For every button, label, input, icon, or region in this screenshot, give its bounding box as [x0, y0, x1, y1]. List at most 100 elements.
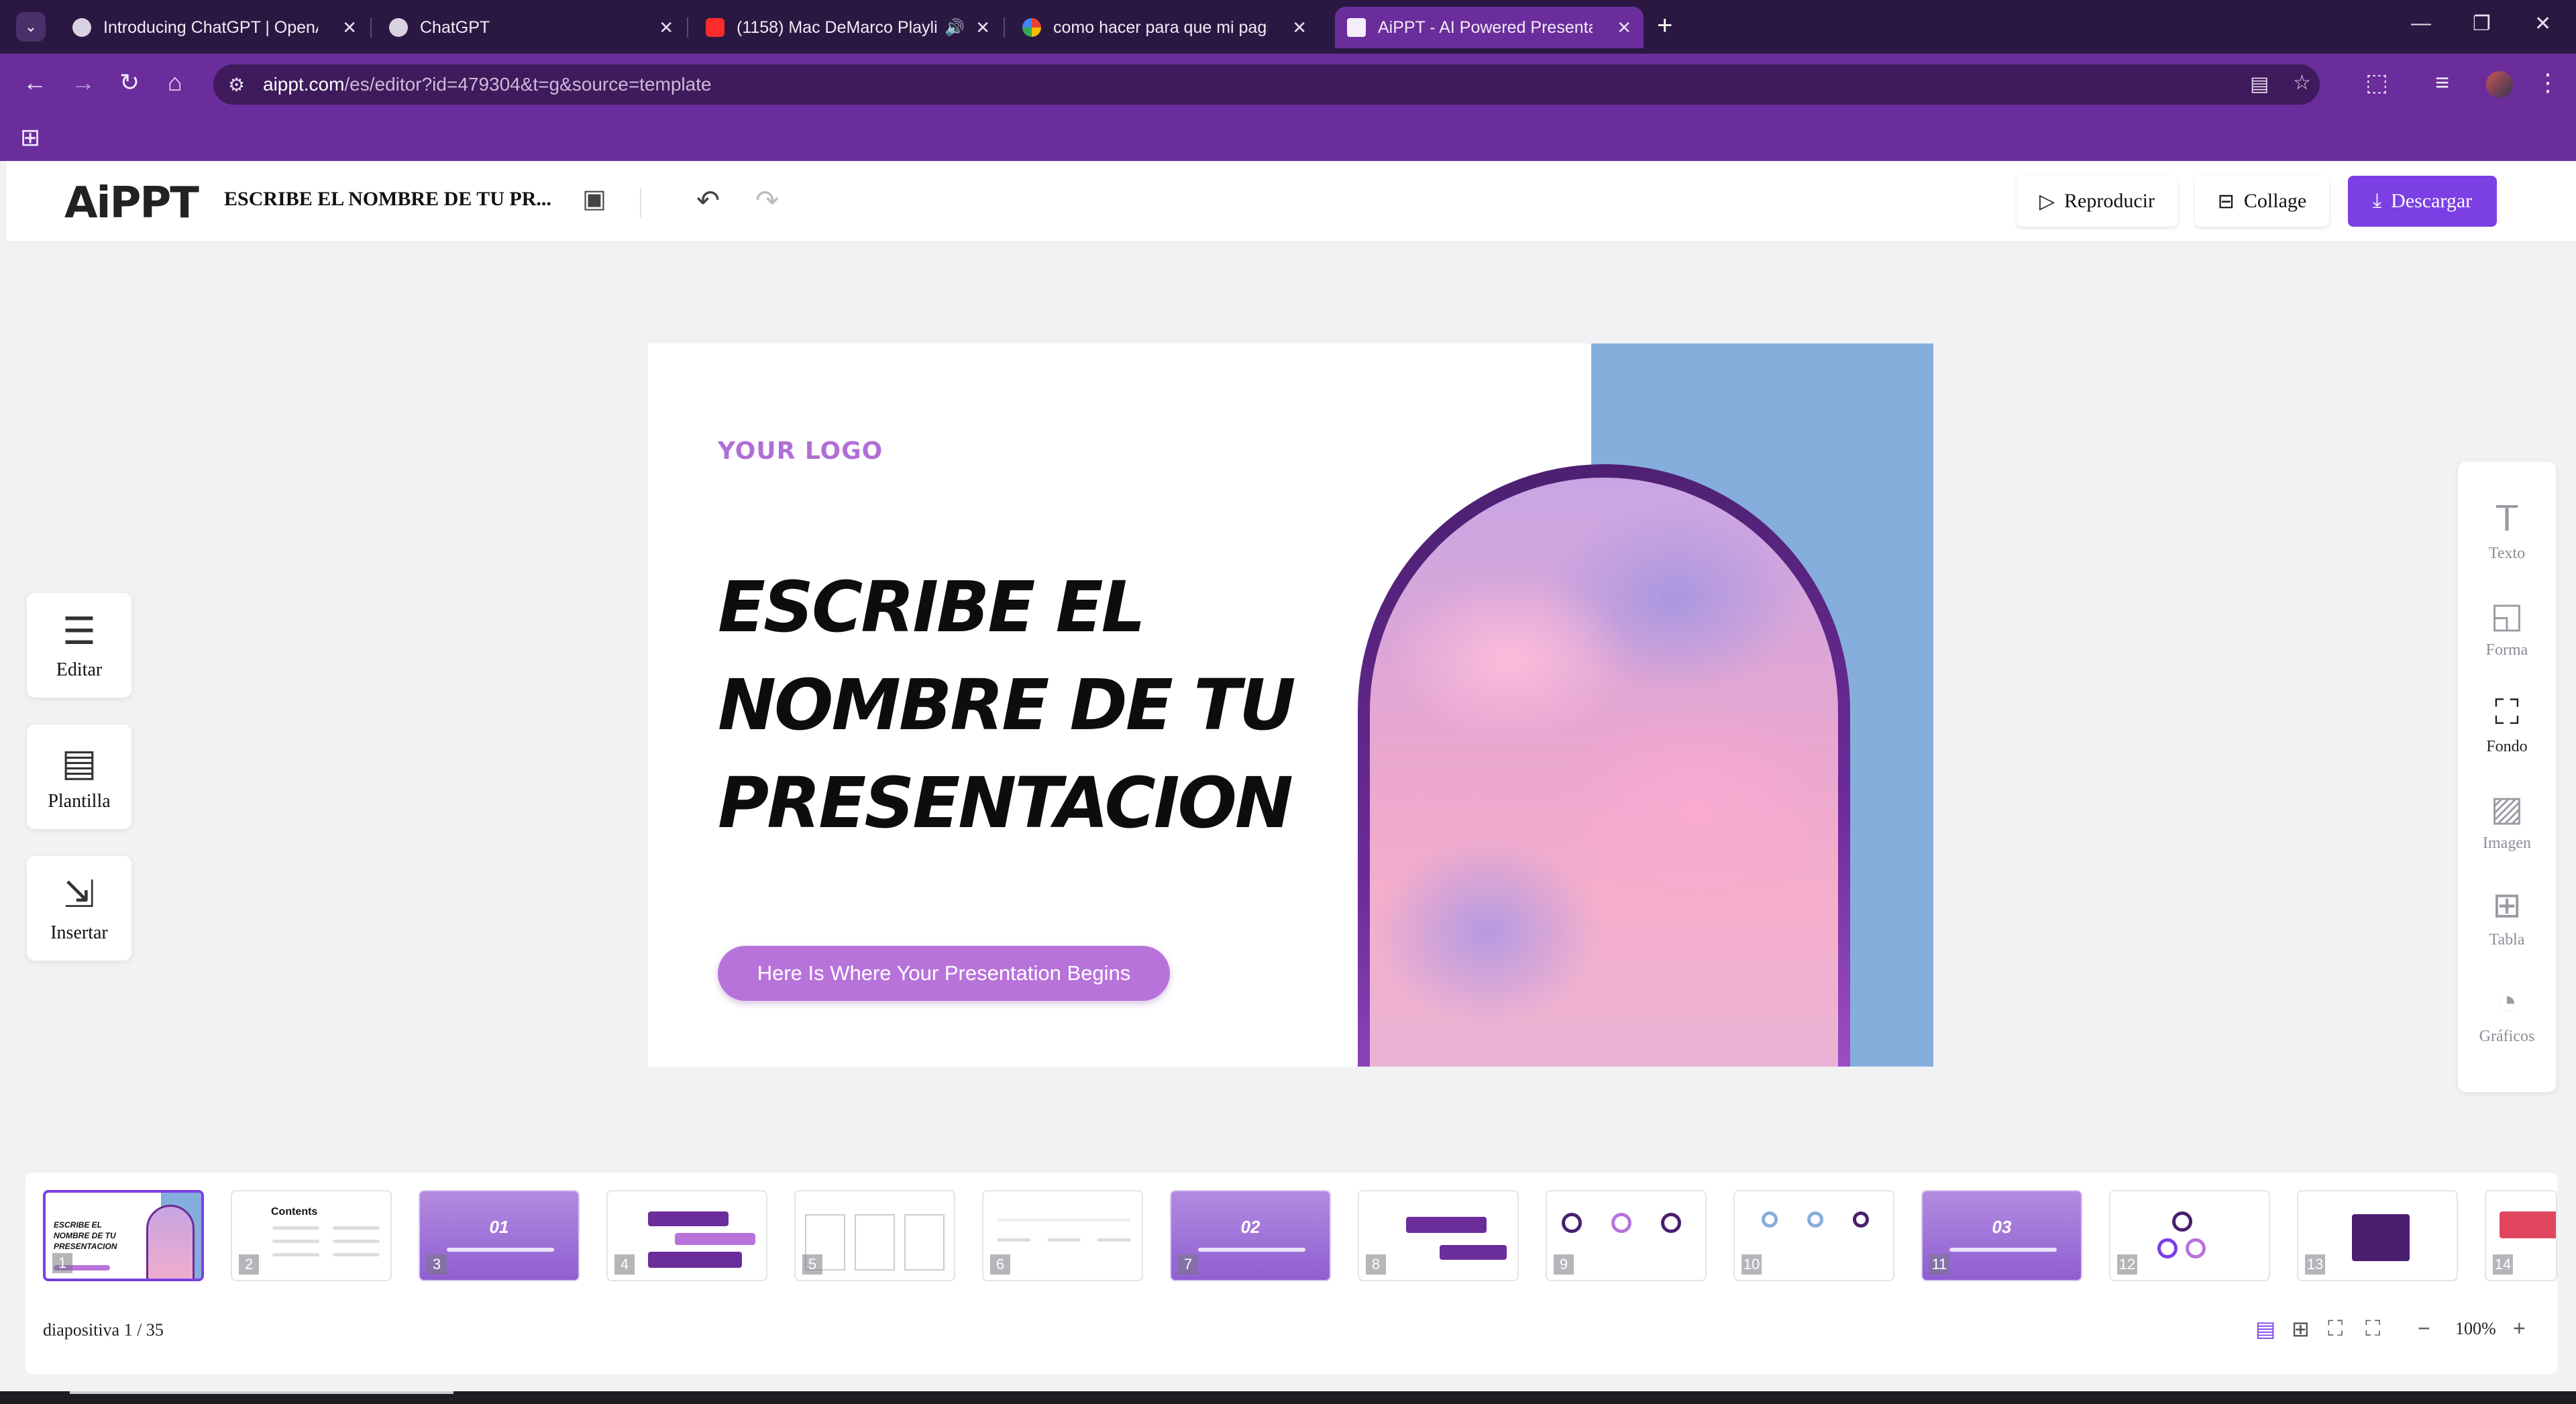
- tab-label: Introducing ChatGPT | OpenAI: [103, 17, 318, 37]
- reload-icon[interactable]: ↻: [119, 68, 140, 97]
- redo-icon[interactable]: ↷: [755, 184, 779, 217]
- thumb-number: 1: [52, 1253, 72, 1273]
- restore-icon[interactable]: ❐: [2473, 12, 2491, 36]
- browser-toolbar: ← → ↻ ⌂ ⚙ aippt.com/es/editor?id=479304&…: [0, 54, 2576, 115]
- back-icon[interactable]: ←: [23, 68, 47, 97]
- insert-tool-label: Insertar: [50, 922, 108, 943]
- close-tab-icon[interactable]: ✕: [342, 17, 357, 38]
- slide-thumbnail-7[interactable]: 02 7: [1170, 1190, 1331, 1281]
- minimize-icon[interactable]: —: [2411, 12, 2431, 35]
- site-info-icon[interactable]: ⚙: [228, 74, 245, 96]
- normal-view-icon[interactable]: ▤: [2255, 1316, 2275, 1342]
- download-button[interactable]: ⤓ Descargar: [2348, 176, 2497, 227]
- home-icon[interactable]: ⌂: [168, 68, 182, 97]
- url-path: /es/editor?id=479304&t=g&source=template: [344, 74, 712, 95]
- thumb-headline-2: NOMBRE DE TU: [54, 1231, 116, 1240]
- tab-introducing-chatgpt[interactable]: Introducing ChatGPT | OpenAI ✕: [60, 7, 369, 48]
- slide-cta-pill[interactable]: Here Is Where Your Presentation Begins: [718, 946, 1170, 1001]
- background-tool[interactable]: ⛶ Fondo: [2458, 692, 2556, 756]
- image-tool[interactable]: ▨ Imagen: [2458, 789, 2556, 853]
- zoom-level[interactable]: 100%: [2455, 1319, 2496, 1339]
- taskbar-active-item[interactable]: [70, 1391, 453, 1394]
- slide-headline[interactable]: ESCRIBE EL NOMBRE DE TU PRESENTACION: [718, 558, 1296, 852]
- extensions-icon[interactable]: ⬚: [2365, 68, 2388, 97]
- thumb-circle: [2157, 1238, 2178, 1258]
- table-tool[interactable]: ⊞ Tabla: [2458, 885, 2556, 949]
- thumb-number: 13: [2305, 1254, 2325, 1275]
- close-tab-icon[interactable]: ✕: [975, 17, 990, 38]
- zoom-in-icon[interactable]: +: [2513, 1316, 2526, 1341]
- slide-thumbnail-6[interactable]: 6: [982, 1190, 1143, 1281]
- collage-icon: ⊟: [2217, 190, 2235, 213]
- openai-icon: [72, 18, 91, 37]
- document-title[interactable]: ESCRIBE EL NOMBRE DE TU PR...: [224, 188, 551, 211]
- thumb-line: [997, 1218, 1131, 1222]
- edit-tool-button[interactable]: ☰ Editar: [27, 593, 131, 698]
- thumb-circle: [1562, 1213, 1582, 1233]
- close-tab-icon[interactable]: ✕: [1292, 17, 1307, 38]
- slide-thumbnail-12[interactable]: 12: [2109, 1190, 2270, 1281]
- translate-icon[interactable]: ▤: [2250, 72, 2269, 96]
- undo-icon[interactable]: ↶: [696, 184, 720, 217]
- close-tab-icon[interactable]: ✕: [1617, 17, 1631, 38]
- tab-google-search[interactable]: como hacer para que mi pagina ✕: [1010, 7, 1319, 48]
- template-tool-button[interactable]: ▤ Plantilla: [27, 724, 131, 829]
- play-button[interactable]: ▷ Reproducir: [2017, 176, 2178, 227]
- slide-thumbnail-1[interactable]: ESCRIBE EL NOMBRE DE TU PRESENTACION 1: [43, 1190, 204, 1281]
- slide-counter-value: 1 / 35: [123, 1320, 164, 1340]
- fullscreen-icon[interactable]: ⛶: [2365, 1316, 2380, 1342]
- profile-avatar[interactable]: [2486, 71, 2513, 98]
- text-tool[interactable]: 𝖳 Texto: [2458, 499, 2556, 563]
- new-tab-button[interactable]: +: [1657, 11, 1672, 41]
- speaker-icon[interactable]: 🔊: [945, 18, 965, 38]
- image-tool-label: Imagen: [2483, 834, 2531, 852]
- slide-logo-placeholder[interactable]: YOUR LOGO: [718, 437, 883, 465]
- menu-icon[interactable]: ⋮: [2536, 68, 2560, 97]
- slide-thumbnail-8[interactable]: 8: [1358, 1190, 1519, 1281]
- slide-thumbnail-4[interactable]: 4: [606, 1190, 767, 1281]
- thumb-line: [272, 1240, 319, 1243]
- headline-line-1: ESCRIBE EL: [718, 566, 1146, 648]
- tab-search-button[interactable]: ⌄: [16, 12, 46, 42]
- save-icon[interactable]: ▣: [582, 184, 606, 214]
- headline-line-2: NOMBRE DE TU: [718, 664, 1296, 746]
- forward-icon[interactable]: →: [71, 68, 95, 97]
- openai-icon: [389, 18, 408, 37]
- thumb-line: [333, 1253, 380, 1256]
- slide-thumbnail-5[interactable]: 5: [794, 1190, 955, 1281]
- thumb-headline-3: PRESENTACION: [54, 1242, 117, 1251]
- shape-tool[interactable]: ◱ Forma: [2458, 596, 2556, 659]
- slide-thumbnail-14[interactable]: 14: [2485, 1190, 2557, 1281]
- fit-screen-icon[interactable]: ⛶: [2328, 1316, 2343, 1342]
- tab-aippt[interactable]: AiPPT - AI Powered Presentation ✕: [1335, 7, 1644, 48]
- tab-label: como hacer para que mi pagina: [1053, 17, 1268, 37]
- media-control-icon[interactable]: ≡: [2435, 68, 2449, 97]
- browser-tab-strip: ⌄ Introducing ChatGPT | OpenAI ✕ ChatGPT…: [0, 0, 2576, 54]
- slide-thumbnail-2[interactable]: Contents 2: [231, 1190, 392, 1281]
- slide-thumbnail-9[interactable]: 9: [1546, 1190, 1707, 1281]
- thumb-block: [1406, 1217, 1487, 1233]
- close-tab-icon[interactable]: ✕: [659, 17, 674, 38]
- grid-view-icon[interactable]: ⊞: [2292, 1316, 2310, 1342]
- slide-thumbnail-10[interactable]: 10: [1733, 1190, 1894, 1281]
- tab-chatgpt[interactable]: ChatGPT ✕: [377, 7, 686, 48]
- thumb-contents-title: Contents: [271, 1206, 318, 1218]
- chart-tool[interactable]: ◔ Gráficos: [2458, 982, 2556, 1046]
- slide-thumbnail-11[interactable]: 03 11: [1921, 1190, 2082, 1281]
- insert-tool-button[interactable]: ⇲ Insertar: [27, 856, 131, 961]
- collage-button[interactable]: ⊟ Collage: [2195, 176, 2329, 227]
- apps-grid-icon[interactable]: ⊞: [20, 123, 40, 152]
- zoom-out-icon[interactable]: −: [2418, 1316, 2430, 1341]
- slide-canvas[interactable]: YOUR LOGO ESCRIBE EL NOMBRE DE TU PRESEN…: [648, 343, 1933, 1067]
- bookmark-star-icon[interactable]: ☆: [2293, 71, 2311, 95]
- slide-thumbnail-3[interactable]: 01 3: [419, 1190, 580, 1281]
- close-window-icon[interactable]: ✕: [2534, 12, 2551, 36]
- tab-separator: [370, 17, 372, 38]
- slide-thumbnail-13[interactable]: 13: [2297, 1190, 2458, 1281]
- thumb-number: 11: [1929, 1254, 1949, 1275]
- aippt-logo[interactable]: AiPPT: [64, 178, 199, 228]
- logo-text: AiPPT: [64, 178, 199, 228]
- address-bar[interactable]: ⚙ aippt.com/es/editor?id=479304&t=g&sour…: [213, 64, 2320, 105]
- tab-youtube[interactable]: (1158) Mac DeMarco Playlis 🔊 ✕: [694, 7, 1002, 48]
- slide-sky-image[interactable]: [1370, 478, 1838, 1067]
